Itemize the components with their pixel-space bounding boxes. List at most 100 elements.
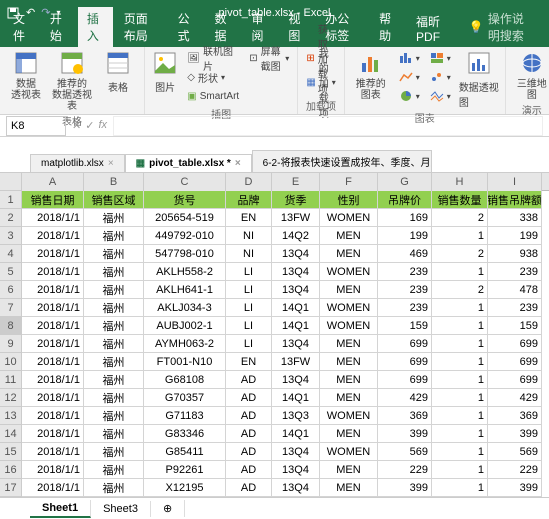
data-cell[interactable]: 369: [378, 407, 432, 425]
data-cell[interactable]: 2: [432, 281, 488, 299]
data-cell[interactable]: 福州: [84, 353, 144, 371]
col-header[interactable]: I: [488, 173, 542, 191]
name-box[interactable]: K8: [6, 116, 66, 136]
data-cell[interactable]: 199: [378, 227, 432, 245]
screenshot-button[interactable]: ⊡屏幕截图▾: [247, 49, 291, 67]
data-cell[interactable]: 福州: [84, 479, 144, 497]
data-cell[interactable]: 369: [488, 407, 542, 425]
3d-map-button[interactable]: 三维地 图: [512, 49, 549, 101]
data-cell[interactable]: G68108: [144, 371, 226, 389]
data-cell[interactable]: MEN: [320, 461, 378, 479]
data-cell[interactable]: 399: [378, 425, 432, 443]
data-cell[interactable]: 239: [488, 299, 542, 317]
data-cell[interactable]: 福州: [84, 407, 144, 425]
header-cell[interactable]: 销售日期: [22, 191, 84, 209]
data-cell[interactable]: 2018/1/1: [22, 263, 84, 281]
data-cell[interactable]: 2018/1/1: [22, 227, 84, 245]
cancel-icon[interactable]: ✕: [72, 119, 81, 132]
data-cell[interactable]: 239: [488, 263, 542, 281]
col-header[interactable]: F: [320, 173, 378, 191]
data-cell[interactable]: 478: [488, 281, 542, 299]
data-cell[interactable]: 福州: [84, 209, 144, 227]
workbook-tab[interactable]: 6-2-将报表快速设置成按年、季度、月进行汇总—日期型数据快速分组.xlsx×: [252, 150, 432, 172]
row-header[interactable]: 8: [0, 317, 22, 335]
ribbon-tab-2[interactable]: 插入: [78, 7, 113, 47]
data-cell[interactable]: WOMEN: [320, 299, 378, 317]
data-cell[interactable]: 14Q2: [272, 227, 320, 245]
table-button[interactable]: 表格: [98, 49, 138, 94]
data-cell[interactable]: MEN: [320, 389, 378, 407]
data-cell[interactable]: LI: [226, 263, 272, 281]
row-header[interactable]: 14: [0, 425, 22, 443]
data-cell[interactable]: 1: [432, 227, 488, 245]
col-header[interactable]: G: [378, 173, 432, 191]
data-cell[interactable]: 13Q4: [272, 335, 320, 353]
data-cell[interactable]: 469: [378, 245, 432, 263]
data-cell[interactable]: 福州: [84, 299, 144, 317]
data-cell[interactable]: 13Q4: [272, 443, 320, 461]
header-cell[interactable]: 性别: [320, 191, 378, 209]
header-cell[interactable]: 销售数量: [432, 191, 488, 209]
data-cell[interactable]: MEN: [320, 479, 378, 497]
data-cell[interactable]: 2018/1/1: [22, 281, 84, 299]
data-cell[interactable]: 2018/1/1: [22, 371, 84, 389]
data-cell[interactable]: 1: [432, 335, 488, 353]
data-cell[interactable]: 239: [378, 299, 432, 317]
data-cell[interactable]: 福州: [84, 461, 144, 479]
data-cell[interactable]: 14Q1: [272, 317, 320, 335]
row-header[interactable]: 7: [0, 299, 22, 317]
confirm-icon[interactable]: ✓: [85, 119, 94, 132]
data-cell[interactable]: 699: [488, 335, 542, 353]
data-cell[interactable]: FT001-N10: [144, 353, 226, 371]
data-cell[interactable]: G83346: [144, 425, 226, 443]
data-cell[interactable]: LI: [226, 335, 272, 353]
data-cell[interactable]: 229: [488, 461, 542, 479]
data-cell[interactable]: 229: [378, 461, 432, 479]
col-header[interactable]: B: [84, 173, 144, 191]
data-cell[interactable]: 2018/1/1: [22, 353, 84, 371]
smartart-button[interactable]: ▣SmartArt: [185, 87, 241, 105]
data-cell[interactable]: WOMEN: [320, 263, 378, 281]
data-cell[interactable]: 239: [378, 263, 432, 281]
data-cell[interactable]: 2018/1/1: [22, 425, 84, 443]
data-cell[interactable]: 1: [432, 479, 488, 497]
data-cell[interactable]: 1: [432, 461, 488, 479]
data-cell[interactable]: X12195: [144, 479, 226, 497]
ribbon-tab-9[interactable]: 帮助: [370, 7, 405, 47]
data-cell[interactable]: WOMEN: [320, 407, 378, 425]
data-cell[interactable]: 159: [378, 317, 432, 335]
row-header[interactable]: 11: [0, 371, 22, 389]
header-cell[interactable]: 销售区域: [84, 191, 144, 209]
data-cell[interactable]: MEN: [320, 245, 378, 263]
row-header[interactable]: 4: [0, 245, 22, 263]
row-header[interactable]: 12: [0, 389, 22, 407]
workbook-tab[interactable]: ▦pivot_table.xlsx *×: [125, 154, 252, 172]
data-cell[interactable]: 福州: [84, 371, 144, 389]
data-cell[interactable]: AD: [226, 479, 272, 497]
col-header[interactable]: H: [432, 173, 488, 191]
data-cell[interactable]: G71183: [144, 407, 226, 425]
data-cell[interactable]: 福州: [84, 263, 144, 281]
data-cell[interactable]: AKLH641-1: [144, 281, 226, 299]
header-cell[interactable]: 品牌: [226, 191, 272, 209]
row-header[interactable]: 1: [0, 191, 22, 209]
data-cell[interactable]: 福州: [84, 389, 144, 407]
data-cell[interactable]: 13Q4: [272, 461, 320, 479]
data-cell[interactable]: AD: [226, 443, 272, 461]
pivot-table-button[interactable]: 数据 透视表: [6, 49, 46, 101]
data-cell[interactable]: 399: [378, 479, 432, 497]
data-cell[interactable]: 1: [432, 299, 488, 317]
data-cell[interactable]: 1: [432, 407, 488, 425]
data-cell[interactable]: EN: [226, 353, 272, 371]
data-cell[interactable]: LI: [226, 299, 272, 317]
chart-type-1[interactable]: ▾: [397, 49, 422, 67]
data-cell[interactable]: 13FW: [272, 353, 320, 371]
row-header[interactable]: 5: [0, 263, 22, 281]
data-cell[interactable]: NI: [226, 227, 272, 245]
shapes-button[interactable]: ◇形状▾: [185, 68, 241, 86]
data-cell[interactable]: 1: [432, 317, 488, 335]
data-cell[interactable]: 2018/1/1: [22, 335, 84, 353]
ribbon-tab-10[interactable]: 福昕PDF: [407, 10, 459, 47]
col-header[interactable]: A: [22, 173, 84, 191]
tell-me-search[interactable]: 💡操作说明搜索: [461, 7, 541, 47]
